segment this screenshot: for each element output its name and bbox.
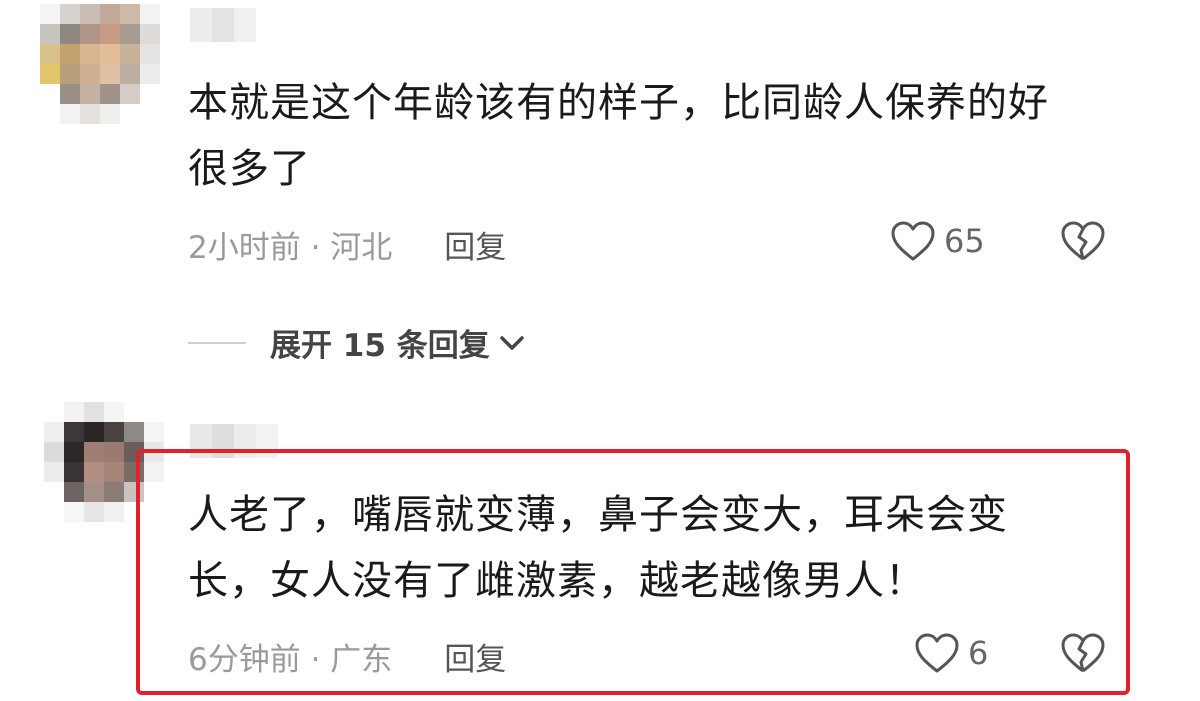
- heart-icon: [891, 221, 935, 261]
- reply-button[interactable]: 回复: [444, 222, 506, 267]
- avatar[interactable]: [40, 4, 160, 124]
- expand-replies-button[interactable]: 展开 15 条回复: [188, 320, 526, 365]
- chevron-down-icon: [499, 335, 524, 350]
- highlight-box: [136, 449, 1130, 695]
- expand-replies-label: 展开 15 条回复: [270, 328, 490, 364]
- timestamp-location: 2小时前 · 河北: [188, 230, 393, 266]
- comment-thread: 本就是这个年龄该有的样子，比同龄人保养的好 很多了 2小时前 · 河北 回复 6…: [0, 0, 1200, 701]
- broken-heart-icon: [1061, 221, 1105, 261]
- like-button[interactable]: 65: [890, 220, 985, 262]
- comment-meta: 2小时前 · 河北 回复: [188, 222, 506, 267]
- username[interactable]: [190, 8, 256, 42]
- comment-text-line: 很多了: [188, 146, 311, 192]
- like-count: 65: [944, 222, 985, 260]
- comment-text: 本就是这个年龄该有的样子，比同龄人保养的好 很多了: [188, 70, 1049, 202]
- comment-text-line: 本就是这个年龄该有的样子，比同龄人保养的好: [188, 80, 1049, 126]
- divider-line: [188, 341, 246, 344]
- dislike-button[interactable]: [1060, 220, 1106, 266]
